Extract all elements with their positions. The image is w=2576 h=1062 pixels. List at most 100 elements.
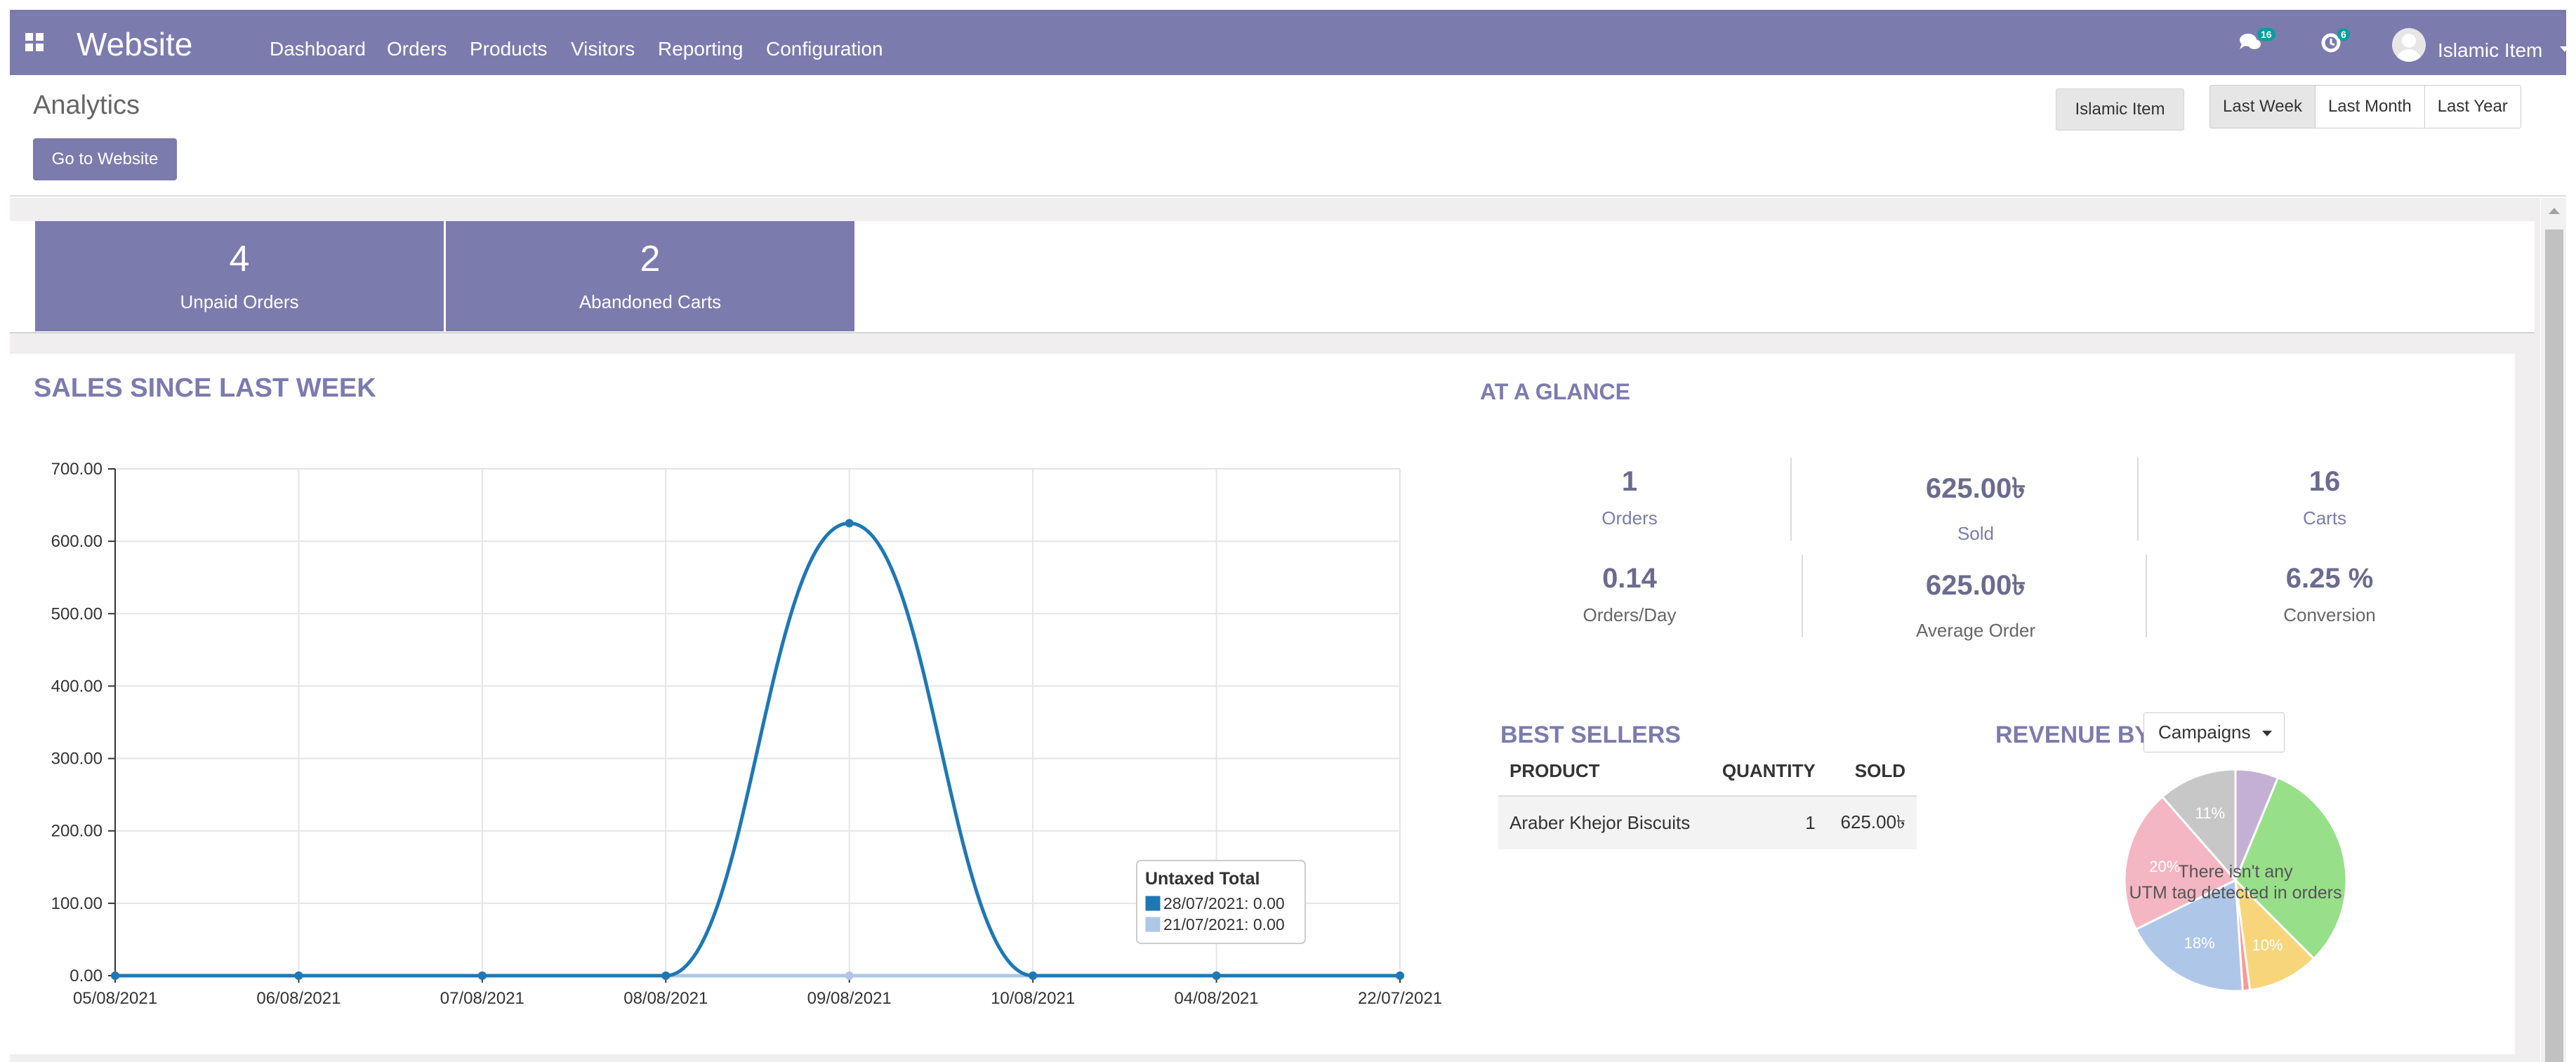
tooltip-line: 28/07/2021: 0.00 (1163, 894, 1285, 912)
scroll-up-icon[interactable] (2549, 208, 2560, 214)
glance-carts: 16 Carts (2177, 466, 2472, 529)
tooltip-swatch (1144, 916, 1161, 933)
glance-average-order: 625.00৳ Average Order (1828, 563, 2123, 642)
quantity-cell: 1 (1707, 796, 1827, 849)
period-last-week[interactable]: Last Week (2210, 86, 2316, 128)
chevron-down-icon (2560, 46, 2570, 52)
sales-title: SALES SINCE LAST WEEK (34, 373, 376, 403)
y-tick-label: 300.00 (51, 750, 103, 769)
kpi-label: Abandoned Carts (579, 291, 722, 312)
glance-conversion: 6.25 % Conversion (2182, 563, 2477, 626)
glance-value: 0.14 (1602, 563, 1657, 594)
glance-label: Conversion (2283, 604, 2376, 625)
pie-slice-label: 10% (2252, 936, 2283, 954)
x-tick-label: 07/08/2021 (440, 989, 524, 1007)
chevron-down-icon (2262, 731, 2272, 736)
glance-label: Carts (2302, 507, 2347, 529)
control-panel: Analytics Go to Website Islamic Item Las… (10, 75, 2566, 197)
y-tick-label: 600.00 (51, 532, 103, 551)
glance-value: 16 (2309, 466, 2341, 497)
revenue-dimension-dropdown[interactable]: Campaigns (2144, 712, 2285, 752)
pie-slice-label: 18% (2184, 934, 2215, 952)
website-filter-button[interactable]: Islamic Item (2056, 88, 2184, 131)
glance-title: AT A GLANCE (1480, 379, 1630, 404)
product-cell: Araber Khejor Biscuits (1498, 796, 1708, 849)
data-point (661, 971, 671, 980)
empty-message-line: There isn't any (2178, 862, 2293, 882)
kpi-row: 4 Unpaid Orders 2 Abandoned Carts (10, 221, 2535, 333)
sales-line-chart[interactable]: 0.00 100.00 200.00 300.00 400.00 500.00 600.00… (24, 445, 1449, 1007)
glance-orders: 1 Orders (1482, 466, 1777, 529)
kpi-value: 2 (640, 239, 661, 279)
y-tick-label: 500.00 (51, 604, 103, 623)
y-tick-label: 700.00 (51, 460, 103, 479)
apps-menu-icon[interactable] (25, 33, 44, 51)
activities-badge: 6 (2337, 28, 2350, 41)
messages-button[interactable]: 16 (2238, 28, 2276, 57)
kpi-label: Unpaid Orders (180, 291, 299, 312)
data-point (1396, 971, 1404, 980)
glance-value: 1 (1621, 466, 1638, 497)
glance-sold: 625.00৳ Sold (1828, 466, 2123, 545)
glance-value: 625.00৳ (1925, 473, 2026, 504)
vertical-scrollbar[interactable] (2541, 198, 2566, 1062)
kpi-abandoned-carts[interactable]: 2 Abandoned Carts (446, 221, 854, 331)
column-header: QUANTITY (1707, 747, 1827, 797)
menu-dashboard[interactable]: Dashboard (270, 38, 366, 60)
scroll-thumb[interactable] (2545, 230, 2563, 1062)
menu-configuration[interactable]: Configuration (766, 38, 883, 60)
page-title: Analytics (33, 91, 140, 120)
divider (1790, 458, 1792, 540)
data-point (1029, 971, 1038, 980)
glance-value: 625.00৳ (1925, 570, 2026, 601)
column-header: PRODUCT (1498, 747, 1708, 797)
x-tick-label: 06/08/2021 (256, 989, 341, 1007)
kpi-value: 4 (229, 239, 250, 279)
top-navbar: Website Dashboard Orders Products Visito… (10, 10, 2570, 75)
app-brand[interactable]: Website (77, 25, 192, 63)
pie-slice-label: 20% (2149, 858, 2180, 875)
glance-orders-per-day: 0.14 Orders/Day (1482, 563, 1777, 626)
glance-label: Orders/Day (1583, 604, 1677, 625)
revenue-title: REVENUE BY (1995, 722, 2151, 748)
menu-visitors[interactable]: Visitors (571, 38, 635, 60)
data-point (845, 971, 854, 980)
messages-badge: 16 (2257, 28, 2276, 41)
tooltip-swatch (1144, 895, 1161, 912)
period-selector: Last Week Last Month Last Year (2210, 85, 2521, 128)
data-point (111, 971, 119, 980)
menu-products[interactable]: Products (470, 38, 548, 60)
x-tick-label: 05/08/2021 (73, 989, 157, 1007)
y-tick-label: 0.00 (70, 967, 103, 985)
go-to-website-button[interactable]: Go to Website (33, 138, 177, 180)
glance-label: Orders (1601, 507, 1658, 529)
best-sellers-title: BEST SELLERS (1500, 722, 1681, 748)
kpi-unpaid-orders[interactable]: 4 Unpaid Orders (35, 221, 444, 331)
table-row[interactable]: Araber Khejor Biscuits 1 625.00৳ (1498, 796, 1917, 849)
sold-cell: 625.00৳ (1826, 796, 1917, 849)
x-tick-label: 10/08/2021 (991, 989, 1075, 1007)
tooltip-title: Untaxed Total (1145, 869, 1260, 889)
menu-reporting[interactable]: Reporting (658, 38, 743, 60)
data-point (845, 519, 854, 528)
table-header-row: PRODUCT QUANTITY SOLD (1498, 747, 1917, 797)
tooltip-line: 21/07/2021: 0.00 (1163, 915, 1285, 934)
data-point (1212, 971, 1221, 980)
menu-orders[interactable]: Orders (387, 38, 447, 60)
glance-label: Sold (1957, 523, 1995, 544)
revenue-pie-chart[interactable]: 10% 18% 20% 11% There isn't anyUTM tag detec… (2102, 754, 2369, 1007)
y-tick-label: 200.00 (51, 822, 103, 841)
period-last-year[interactable]: Last Year (2424, 86, 2521, 128)
data-point (294, 971, 303, 980)
period-last-month[interactable]: Last Month (2315, 86, 2425, 128)
x-tick-label: 04/08/2021 (1175, 989, 1259, 1007)
column-header: SOLD (1826, 747, 1917, 797)
activities-button[interactable]: 6 (2320, 28, 2350, 58)
x-tick-label: 22/07/2021 (1358, 989, 1442, 1007)
pie-slice-label: 11% (2195, 804, 2225, 822)
divider (2137, 458, 2139, 540)
analytics-panel: SALES SINCE LAST WEEK 0.00 100.00 200.00 30… (10, 354, 2515, 1054)
divider (2146, 555, 2147, 637)
app-frame: Website Dashboard Orders Products Visito… (0, 0, 2576, 1062)
empty-message-line: UTM tag detected in orders (2129, 883, 2342, 903)
